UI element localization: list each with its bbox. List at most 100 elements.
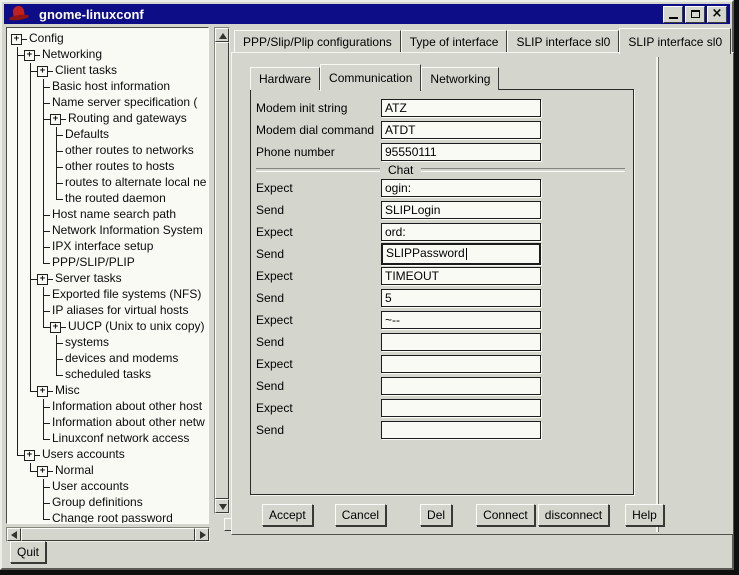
expander-plus-box-icon[interactable]: +	[37, 386, 48, 397]
tree-guide	[11, 223, 24, 239]
tree-guide	[11, 175, 24, 191]
tree-guide	[11, 111, 24, 127]
tree-item[interactable]: Defaults	[11, 127, 208, 143]
outer-tab-3[interactable]: SLIP interface sl0	[507, 30, 619, 53]
tree-guide	[24, 479, 37, 495]
tree-item[interactable]: Exported file systems (NFS)	[11, 287, 208, 303]
expander-plus-box-icon[interactable]: +	[37, 466, 48, 477]
tree-item[interactable]: the routed daemon	[11, 191, 208, 207]
tree-item[interactable]: User accounts	[11, 479, 208, 495]
maximize-button[interactable]	[685, 6, 705, 23]
tree-guide	[37, 415, 50, 431]
tree-item[interactable]: +Users accounts	[11, 447, 208, 463]
expander-plus-box-icon[interactable]: +	[50, 114, 61, 125]
text-entry[interactable]: ATDT	[381, 121, 541, 139]
triangle-right-icon	[200, 531, 206, 539]
titlebar[interactable]: gnome-linuxconf ×	[4, 4, 730, 24]
tree-item[interactable]: routes to alternate local ne	[11, 175, 208, 191]
tree-item[interactable]: Basic host information	[11, 79, 208, 95]
cancel-button[interactable]: Cancel	[335, 504, 386, 526]
expander-plus-box-icon[interactable]: +	[37, 66, 48, 77]
tree-item[interactable]: systems	[11, 335, 208, 351]
tree-item[interactable]: + Networking	[11, 47, 208, 63]
outer-tab-2[interactable]: Type of interface	[401, 30, 508, 53]
tree-guide	[24, 383, 37, 399]
tab-page: HardwareCommunicationNetworking Modem in…	[231, 52, 734, 535]
text-entry[interactable]: TIMEOUT	[381, 267, 541, 285]
scroll-right-button[interactable]	[195, 528, 209, 541]
tree-item[interactable]: +Misc	[11, 383, 208, 399]
text-entry[interactable]: 95550111	[381, 143, 541, 161]
communication-form: Modem init stringATZModem dial commandAT…	[250, 89, 634, 495]
help-button[interactable]: Help	[625, 504, 664, 526]
text-entry[interactable]	[381, 421, 541, 439]
inner-tab-2[interactable]: Communication	[320, 64, 421, 91]
text-entry[interactable]: ~--	[381, 311, 541, 329]
tree-item[interactable]: other routes to hosts	[11, 159, 208, 175]
tree-item[interactable]: +Config	[11, 31, 208, 47]
inner-tab-3[interactable]: Networking	[421, 67, 499, 90]
disconnect-button[interactable]: disconnect	[538, 504, 609, 526]
tree-item[interactable]: devices and modems	[11, 351, 208, 367]
tree-item[interactable]: Linuxconf network access	[11, 431, 208, 447]
close-button[interactable]: ×	[707, 6, 727, 23]
tree-item[interactable]: IPX interface setup	[11, 239, 208, 255]
tree-item[interactable]: other routes to networks	[11, 143, 208, 159]
tree-item[interactable]: Change root password	[11, 511, 208, 524]
tree-item[interactable]: PPP/SLIP/PLIP	[11, 255, 208, 271]
minimize-button[interactable]	[663, 6, 683, 23]
horizontal-scroll-thumb[interactable]	[21, 528, 195, 541]
text-entry[interactable]	[381, 377, 541, 395]
text-entry[interactable]: SLIPPassword	[381, 243, 541, 265]
connect-button[interactable]: Connect	[476, 504, 535, 526]
tree-guide	[11, 415, 24, 431]
field-label: Modem dial command	[256, 123, 381, 137]
tree-item[interactable]: Name server specification (	[11, 95, 208, 111]
tree-guide	[11, 511, 24, 524]
tree-item[interactable]: scheduled tasks	[11, 367, 208, 383]
tree-item[interactable]: Host name search path	[11, 207, 208, 223]
tree-item-label: Networking	[42, 47, 102, 62]
tree-item[interactable]: +Server tasks	[11, 271, 208, 287]
text-entry[interactable]	[381, 355, 541, 373]
tree-guide	[50, 175, 63, 191]
scroll-left-button[interactable]	[7, 528, 21, 541]
tree-item[interactable]: +UUCP (Unix to unix copy)	[11, 319, 208, 335]
tree-item[interactable]: +Client tasks	[11, 63, 208, 79]
expander-plus-box-icon[interactable]: +	[24, 50, 35, 61]
del-button[interactable]: Del	[420, 504, 452, 526]
outer-tab-1[interactable]: PPP/Slip/Plip configurations	[234, 30, 401, 53]
accept-button[interactable]: Accept	[262, 504, 313, 526]
tree-vertical-scrollbar[interactable]	[214, 27, 230, 514]
vertical-scroll-thumb[interactable]	[215, 42, 229, 499]
expander-plus-box-icon[interactable]: +	[11, 34, 22, 45]
scroll-up-button[interactable]	[215, 28, 229, 42]
inner-tab-1[interactable]: Hardware	[250, 67, 320, 90]
expander-plus-box-icon[interactable]: +	[50, 322, 61, 333]
text-entry[interactable]: SLIPLogin	[381, 201, 541, 219]
text-entry[interactable]: ord:	[381, 223, 541, 241]
text-entry[interactable]: 5	[381, 289, 541, 307]
tree-item[interactable]: +Routing and gateways	[11, 111, 208, 127]
tree-item[interactable]: +Normal	[11, 463, 208, 479]
text-entry[interactable]	[381, 399, 541, 417]
tree-item[interactable]: Information about other netw	[11, 415, 208, 431]
tree-guide	[11, 431, 24, 447]
tree-guide	[37, 111, 50, 127]
text-entry[interactable]	[381, 333, 541, 351]
scroll-down-button[interactable]	[215, 499, 229, 513]
tree-item[interactable]: Network Information System	[11, 223, 208, 239]
quit-button[interactable]: Quit	[10, 541, 46, 563]
tree-item[interactable]: Group definitions	[11, 495, 208, 511]
tree-item[interactable]: Information about other host	[11, 399, 208, 415]
outer-tab-bar: PPP/Slip/Plip configurationsType of inte…	[234, 27, 731, 53]
field-label: Send	[256, 335, 381, 349]
expander-plus-box-icon[interactable]: +	[37, 274, 48, 285]
tree-item[interactable]: IP aliases for virtual hosts	[11, 303, 208, 319]
tree-horizontal-scrollbar[interactable]	[6, 527, 210, 542]
text-entry[interactable]: ATZ	[381, 99, 541, 117]
expander-plus-box-icon[interactable]: +	[24, 450, 35, 461]
outer-tab-4[interactable]: SLIP interface sl0	[619, 28, 731, 54]
text-entry[interactable]: ogin:	[381, 179, 541, 197]
tree-item-label: Exported file systems (NFS)	[52, 287, 201, 302]
